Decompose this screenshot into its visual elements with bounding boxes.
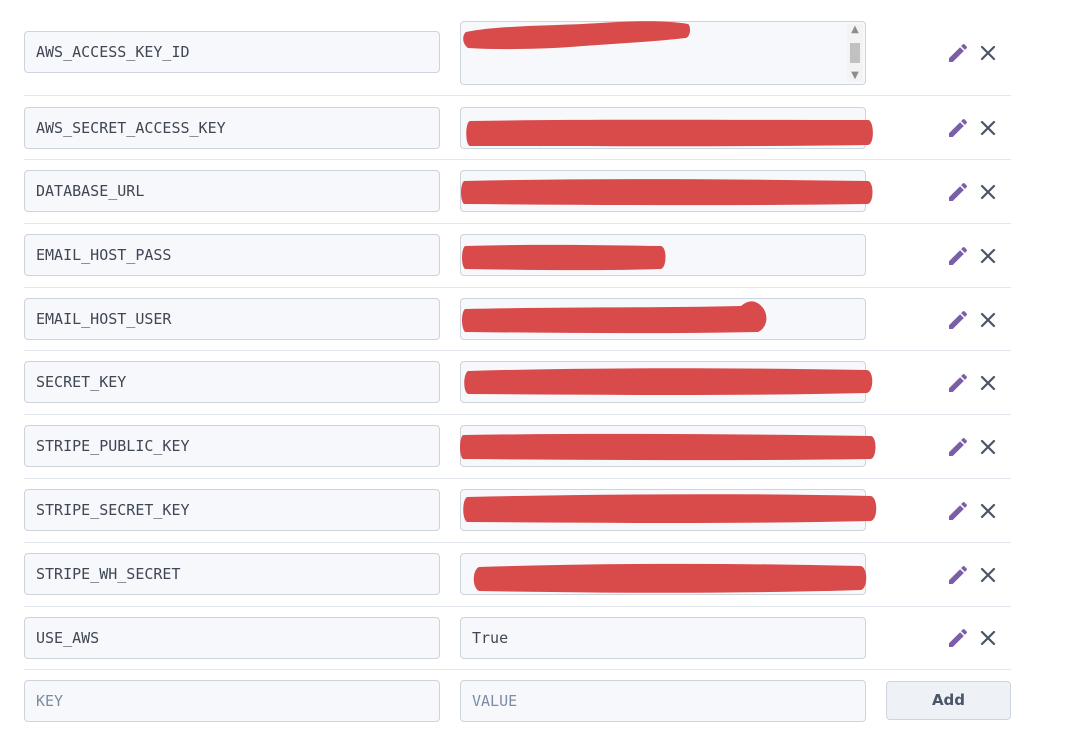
config-key-field[interactable]: DATABASE_URL [24, 170, 440, 212]
pencil-icon[interactable] [946, 435, 970, 459]
config-var-row-stripe-secret-key: STRIPE_SECRET_KEY [24, 479, 1011, 543]
pencil-icon[interactable] [946, 244, 970, 268]
scroll-down-icon[interactable]: ▼ [847, 70, 863, 82]
pencil-icon[interactable] [946, 308, 970, 332]
config-value-field[interactable] [460, 234, 866, 276]
config-value-field[interactable]: ▲ ▼ [460, 21, 866, 85]
close-icon[interactable] [976, 116, 1000, 140]
pencil-icon[interactable] [946, 563, 970, 587]
config-key-field[interactable]: AWS_ACCESS_KEY_ID [24, 31, 440, 73]
config-key-field[interactable]: EMAIL_HOST_PASS [24, 234, 440, 276]
pencil-icon[interactable] [946, 499, 970, 523]
config-var-row-database-url: DATABASE_URL [24, 160, 1011, 224]
pencil-icon[interactable] [946, 626, 970, 650]
close-icon[interactable] [976, 41, 1000, 65]
close-icon[interactable] [976, 435, 1000, 459]
new-value-input[interactable]: VALUE [460, 680, 866, 722]
config-key-field[interactable]: SECRET_KEY [24, 361, 440, 403]
config-value-field[interactable]: True [460, 617, 866, 659]
close-icon[interactable] [976, 244, 1000, 268]
pencil-icon[interactable] [946, 41, 970, 65]
config-value-field[interactable] [460, 170, 866, 212]
config-value-field[interactable] [460, 553, 866, 595]
close-icon[interactable] [976, 371, 1000, 395]
close-icon[interactable] [976, 180, 1000, 204]
scroll-thumb[interactable] [850, 43, 860, 63]
config-key-field[interactable]: STRIPE_WH_SECRET [24, 553, 440, 595]
pencil-icon[interactable] [946, 371, 970, 395]
config-value-field[interactable] [460, 361, 866, 403]
config-key-field[interactable]: STRIPE_SECRET_KEY [24, 489, 440, 531]
config-key-field[interactable]: STRIPE_PUBLIC_KEY [24, 425, 440, 467]
close-icon[interactable] [976, 563, 1000, 587]
new-config-var-row: KEY VALUE Add [24, 680, 1011, 723]
config-var-row-email-host-user: EMAIL_HOST_USER [24, 288, 1011, 351]
config-key-field[interactable]: USE_AWS [24, 617, 440, 659]
config-value-field[interactable] [460, 298, 866, 340]
config-key-field[interactable]: AWS_SECRET_ACCESS_KEY [24, 107, 440, 149]
pencil-icon[interactable] [946, 180, 970, 204]
config-var-row-use-aws: USE_AWS True [24, 607, 1011, 670]
config-var-row-stripe-public-key: STRIPE_PUBLIC_KEY [24, 415, 1011, 479]
config-value-field[interactable] [460, 489, 866, 531]
close-icon[interactable] [976, 308, 1000, 332]
new-key-input[interactable]: KEY [24, 680, 440, 722]
scroll-up-icon[interactable]: ▲ [847, 24, 863, 36]
config-var-row-secret-key: SECRET_KEY [24, 351, 1011, 415]
close-icon[interactable] [976, 626, 1000, 650]
close-icon[interactable] [976, 499, 1000, 523]
config-key-field[interactable]: EMAIL_HOST_USER [24, 298, 440, 340]
config-var-row-aws-access-key-id: AWS_ACCESS_KEY_ID ▲ ▼ [24, 19, 1011, 96]
config-value-field[interactable] [460, 425, 866, 467]
config-value-field[interactable] [460, 107, 866, 149]
add-button[interactable]: Add [886, 681, 1011, 720]
pencil-icon[interactable] [946, 116, 970, 140]
scrollbar[interactable]: ▲ ▼ [847, 24, 863, 82]
config-var-row-email-host-pass: EMAIL_HOST_PASS [24, 224, 1011, 288]
config-var-row-stripe-wh-secret: STRIPE_WH_SECRET [24, 543, 1011, 607]
config-var-row-aws-secret-access-key: AWS_SECRET_ACCESS_KEY [24, 96, 1011, 160]
